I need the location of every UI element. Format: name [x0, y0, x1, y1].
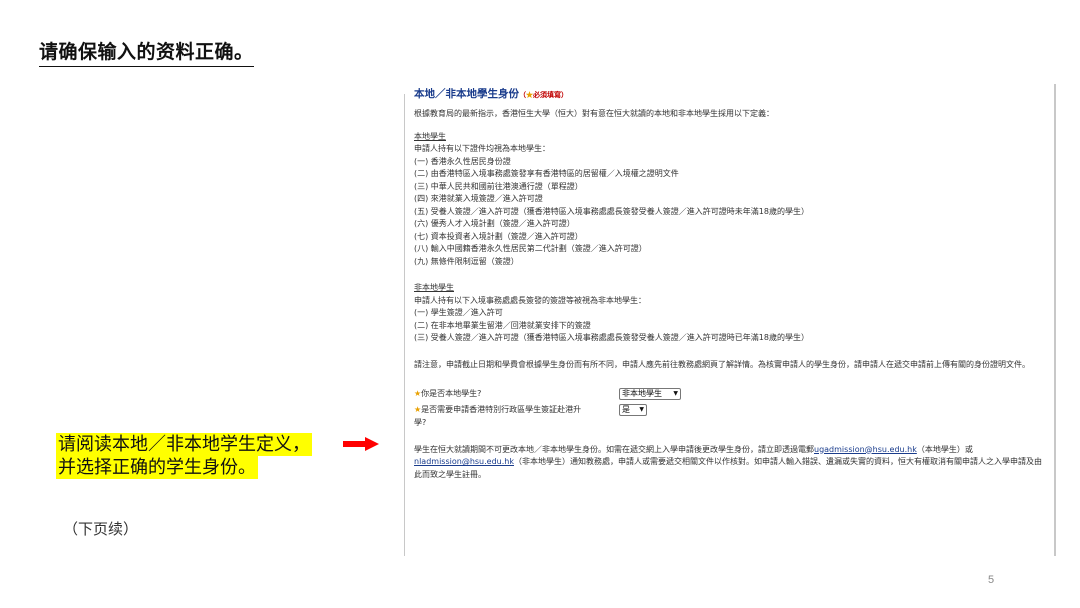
local-item: (八) 輸入中國籍香港永久性居民第二代計劃（簽證／進入許可證）	[414, 244, 647, 253]
local-item: (一) 香港永久性居民身份證	[414, 156, 511, 166]
page-number: 5	[988, 574, 995, 586]
instruction-line: 请阅读本地／非本地学生定义，	[56, 433, 312, 456]
slide-title: 请确保输入的资料正确。	[39, 37, 254, 67]
student-status-select[interactable]: 非本地學生 ▼	[619, 388, 681, 400]
nonlocal-item: (三) 受養人簽證／進入許可證（獲香港特區入境事務處處長簽發受養人簽證／進入許可…	[414, 333, 809, 342]
form-screenshot: 本地／非本地學生身份（★必須填寫） 根據教育局的最新指示，香港恒生大學（恒大）對…	[404, 84, 1056, 556]
question-label: ★是否需要申請香港特別行政區學生簽証赴港升	[414, 404, 619, 417]
local-item: (四) 來港就業入境簽證／進入許可證	[414, 194, 543, 203]
required-note-text: 必須填寫	[533, 90, 561, 99]
select-value: 非本地學生	[622, 389, 662, 398]
local-item: (五) 受養人簽證／進入許可證（獲香港特區入境事務處處長簽發受養人簽證／進入許可…	[414, 206, 809, 216]
visa-select[interactable]: 是 ▼	[619, 404, 647, 416]
form-left-border	[404, 94, 405, 556]
nonlocal-lead: 申請人持有以下入境事務處處長簽發的簽證等被視為非本地學生：	[414, 295, 646, 305]
form-body: 本地／非本地學生身份（★必須填寫） 根據教育局的最新指示，香港恒生大學（恒大）對…	[414, 87, 1046, 481]
footer-part: （本地學生）或	[916, 444, 973, 454]
local-item: (六) 優秀人才入境計劃（簽證／進入許可證）	[414, 219, 575, 228]
question-visa: ★是否需要申請香港特別行政區學生簽証赴港升 是 ▼	[414, 403, 1046, 417]
form-right-border	[1054, 84, 1056, 556]
footer-text: 學生在恒大就讀期間不可更改本地／非本地學生身份。如需在遞交網上入學申請後更改學生…	[414, 444, 1046, 482]
continued-note: （下页续）	[63, 520, 139, 538]
local-item: (九) 無條件限制逗留（簽證）	[414, 256, 519, 266]
question-label-text: 你是否本地學生?	[421, 388, 482, 398]
notice-text: 請注意，申請截止日期和學費會根據學生身份而有所不同，申請人應先前往教務處網頁了解…	[414, 359, 1030, 369]
question-local-status: ★你是否本地學生? 非本地學生 ▼	[414, 387, 1046, 401]
instruction-callout: 请阅读本地／非本地学生定义， 并选择正确的学生身份。	[56, 433, 312, 479]
email-link-local[interactable]: ugadmission@hsu.edu.hk	[814, 445, 917, 454]
star-icon: ★	[526, 90, 533, 99]
nonlocal-item: (二) 在非本地畢業生留港／回港就業安排下的簽證	[414, 320, 591, 330]
right-arrow-icon	[343, 437, 379, 451]
question-label-cont: 學?	[414, 418, 427, 427]
nonlocal-heading: 非本地學生	[414, 283, 454, 292]
local-item: (三) 中華人民共和國前往港澳通行證（單程證）	[414, 181, 583, 191]
question-label: ★你是否本地學生?	[414, 388, 619, 401]
nonlocal-item: (一) 學生簽證／進入許可	[414, 308, 503, 317]
required-note: （★必須填寫）	[519, 90, 568, 99]
footer-part: 學生在恒大就讀期間不可更改本地／非本地學生身份。如需在遞交網上入學申請後更改學生…	[414, 444, 814, 454]
local-lead: 申請人持有以下證件均視為本地學生：	[414, 144, 550, 153]
section-title-text: 本地／非本地學生身份	[414, 88, 519, 100]
chevron-down-icon: ▼	[673, 390, 678, 397]
section-title: 本地／非本地學生身份（★必須填寫）	[414, 87, 1046, 102]
question-label-text: 是否需要申請香港特別行政區學生簽証赴港升	[421, 404, 582, 414]
local-item: (七) 資本投資者入境計劃（簽證／進入許可證）	[414, 231, 583, 241]
select-value: 是	[622, 405, 630, 414]
intro-text: 根據教育局的最新指示，香港恒生大學（恒大）對有意在恒大就讀的本地和非本地學生採用…	[414, 109, 774, 118]
chevron-down-icon: ▼	[639, 406, 644, 413]
local-heading: 本地學生	[414, 131, 446, 141]
email-link-nonlocal[interactable]: nladmission@hsu.edu.hk	[414, 457, 514, 466]
local-item: (二) 由香港特區入境事務處簽發享有香港特區的居留權／入境權之證明文件	[414, 169, 679, 178]
instruction-line: 并选择正确的学生身份。	[56, 456, 258, 479]
